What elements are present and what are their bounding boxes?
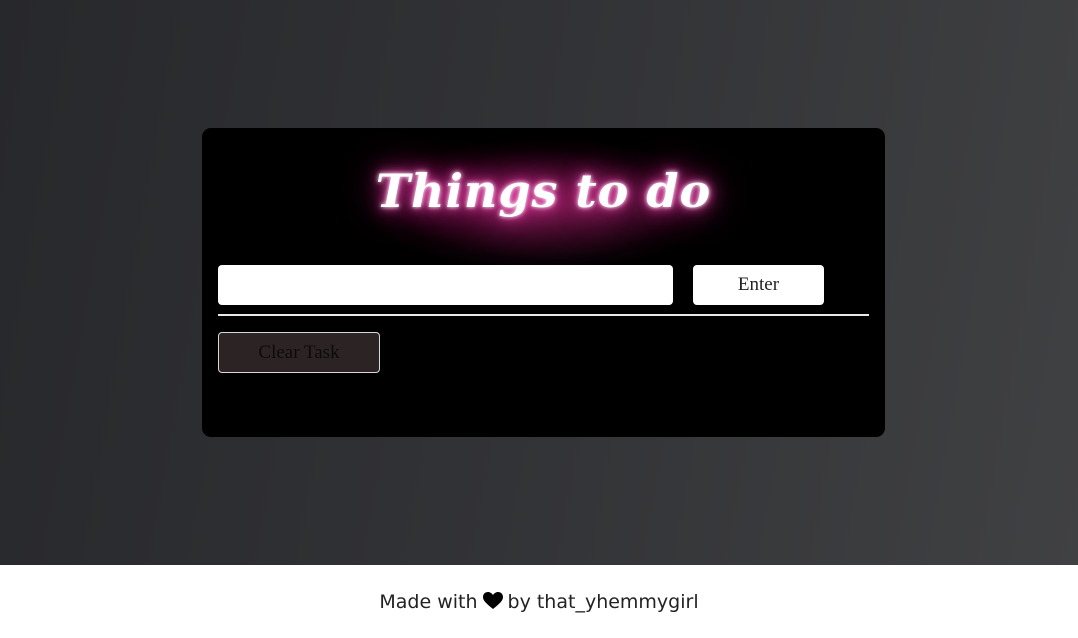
footer-suffix: by that_yhemmygirl [507,591,699,613]
enter-button[interactable]: Enter [693,265,824,305]
divider [218,314,869,316]
heart-icon [482,592,503,615]
footer: Made with by that_yhemmygirl [0,565,1078,638]
task-input[interactable] [218,265,673,305]
page-title: Things to do [375,164,712,218]
page-background: Things to do Enter Clear Task [0,0,1078,565]
footer-prefix: Made with [379,591,478,613]
todo-card: Things to do Enter Clear Task [202,128,885,437]
clear-task-button[interactable]: Clear Task [218,332,380,373]
footer-credit: Made with by that_yhemmygirl [0,591,1078,615]
